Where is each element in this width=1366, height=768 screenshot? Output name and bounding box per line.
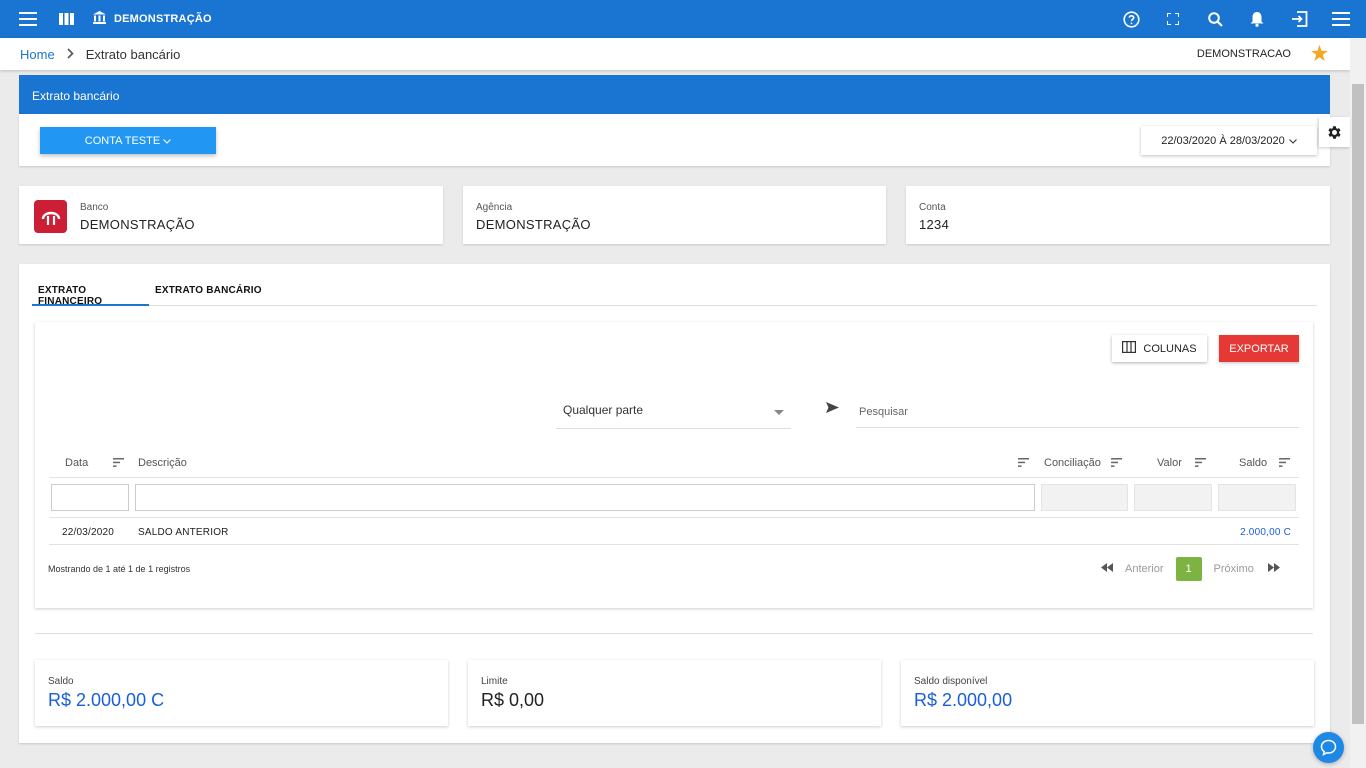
available-balance-value: R$ 2.000,00 (914, 690, 1013, 710)
sort-icon[interactable] (1279, 458, 1290, 470)
breadcrumb-home-link[interactable]: Home (20, 47, 55, 62)
balance-summary-card: Saldo R$ 2.000,00 C (35, 660, 448, 726)
column-header-valor[interactable]: Valor (1157, 457, 1182, 469)
available-balance-label: Saldo disponível (914, 676, 988, 687)
limit-summary-card: Limite R$ 0,00 (468, 660, 881, 726)
company-indicator: DEMONSTRACAO (1196, 48, 1291, 60)
search-mode-select[interactable]: Qualquer parte (556, 397, 791, 429)
bank-card: Banco DEMONSTRAÇÃO (19, 186, 443, 244)
sort-icon[interactable] (1195, 458, 1206, 470)
table-row[interactable]: 22/03/2020 SALDO ANTERIOR 2.000,00 C (49, 519, 1299, 545)
filter-data-input[interactable] (51, 484, 129, 511)
settings-gear-icon[interactable] (1319, 117, 1350, 147)
fullscreen-icon[interactable] (1152, 0, 1194, 38)
filter-valor-input (1134, 484, 1212, 511)
bank-value: DEMONSTRAÇÃO (80, 217, 195, 232)
date-range-select[interactable]: 22/03/2020 À 28/03/2020 (1141, 126, 1317, 155)
agency-card: Agência DEMONSTRAÇÃO (463, 186, 886, 244)
menu-icon[interactable] (9, 0, 47, 38)
table-header-row: Data Descrição Conciliação Valor Saldo (49, 450, 1299, 478)
agency-value: DEMONSTRAÇÃO (476, 217, 591, 232)
column-header-descricao[interactable]: Descrição (138, 457, 187, 469)
breadcrumb-current: Extrato bancário (85, 46, 181, 62)
bank-logo-icon (34, 200, 67, 233)
tab-extrato-financeiro[interactable]: EXTRATO FINANCEIRO (32, 279, 149, 307)
account-select-button[interactable]: CONTA TESTE (40, 127, 216, 154)
favorite-star-icon[interactable] (1311, 44, 1328, 64)
filter-descricao-input[interactable] (135, 484, 1035, 511)
search-mode-value: Qualquer parte (563, 403, 644, 417)
date-range-label: 22/03/2020 À 28/03/2020 (1161, 134, 1285, 147)
cell-balance: 2.000,00 C (1240, 527, 1291, 538)
table-filter-row (49, 479, 1299, 518)
scrollbar-thumb[interactable] (1352, 84, 1364, 724)
bank-building-icon (93, 11, 106, 27)
account-label: Conta (919, 202, 946, 213)
right-menu-icon[interactable] (1320, 0, 1362, 38)
sort-icon[interactable] (1018, 458, 1029, 470)
balance-label: Saldo (48, 676, 74, 687)
next-page-button[interactable]: Próximo (1214, 563, 1254, 575)
chat-support-icon[interactable] (1313, 732, 1344, 763)
balance-value: R$ 2.000,00 C (48, 690, 165, 710)
account-select-bar: CONTA TESTE 22/03/2020 À 28/03/2020 (19, 114, 1330, 166)
columns-view-icon[interactable] (47, 0, 85, 38)
help-icon[interactable] (1110, 0, 1152, 38)
filter-conciliacao-input (1041, 484, 1128, 511)
company-name: DEMONSTRAÇÃO (114, 13, 212, 25)
chevron-down-icon (1288, 135, 1297, 147)
records-info: Mostrando de 1 até 1 de 1 registros (48, 564, 191, 574)
breadcrumb: Home Extrato bancário DEMONSTRACAO (0, 38, 1350, 70)
limit-value: R$ 0,00 (481, 690, 545, 710)
column-header-conciliacao[interactable]: Conciliação (1044, 457, 1101, 469)
filter-saldo-input (1218, 484, 1296, 511)
sort-icon[interactable] (113, 458, 124, 470)
search-input[interactable] (856, 397, 1299, 428)
statement-grid: COLUNAS EXPORTAR Qualquer parte Data Des… (35, 322, 1313, 608)
notifications-bell-icon[interactable] (1236, 0, 1278, 38)
send-icon[interactable] (826, 402, 839, 416)
first-page-icon[interactable] (1101, 563, 1113, 575)
account-value: 1234 (919, 217, 950, 232)
statement-tabs: EXTRATO FINANCEIRO EXTRATO BANCÁRIO (32, 279, 1317, 307)
chevron-down-icon (163, 135, 172, 147)
cell-description: SALDO ANTERIOR (138, 527, 229, 538)
cell-date: 22/03/2020 (62, 527, 115, 538)
tab-extrato-bancario[interactable]: EXTRATO BANCÁRIO (149, 279, 268, 306)
export-button[interactable]: EXPORTAR (1219, 335, 1299, 362)
limit-label: Limite (481, 676, 508, 687)
agency-label: Agência (476, 202, 513, 213)
top-app-bar: DEMONSTRAÇÃO (0, 0, 1366, 38)
logout-icon[interactable] (1278, 0, 1320, 38)
pagination: Anterior 1 Próximo (1101, 557, 1280, 581)
sort-icon[interactable] (1111, 458, 1122, 470)
account-card: Conta 1234 (906, 186, 1330, 244)
columns-button[interactable]: COLUNAS (1112, 335, 1207, 362)
column-header-data[interactable]: Data (65, 457, 88, 469)
columns-button-label: COLUNAS (1143, 342, 1197, 355)
columns-icon (1122, 341, 1137, 356)
previous-page-button[interactable]: Anterior (1125, 563, 1164, 575)
page-number-button[interactable]: 1 (1175, 557, 1202, 581)
section-divider (35, 633, 1313, 634)
last-page-icon[interactable] (1267, 563, 1280, 575)
dropdown-arrow-icon (774, 410, 784, 415)
account-select-label: CONTA TESTE (84, 134, 161, 147)
chevron-right-icon (67, 47, 74, 62)
page-scrollbar[interactable] (1350, 38, 1366, 768)
available-balance-card: Saldo disponível R$ 2.000,00 (901, 660, 1314, 726)
search-icon[interactable] (1194, 0, 1236, 38)
bank-label: Banco (80, 202, 109, 213)
company-title[interactable]: DEMONSTRAÇÃO (93, 11, 212, 27)
column-header-saldo[interactable]: Saldo (1239, 457, 1267, 469)
statement-panel: EXTRATO FINANCEIRO EXTRATO BANCÁRIO COLU… (19, 264, 1330, 743)
page-title: Extrato bancário (19, 75, 1330, 114)
